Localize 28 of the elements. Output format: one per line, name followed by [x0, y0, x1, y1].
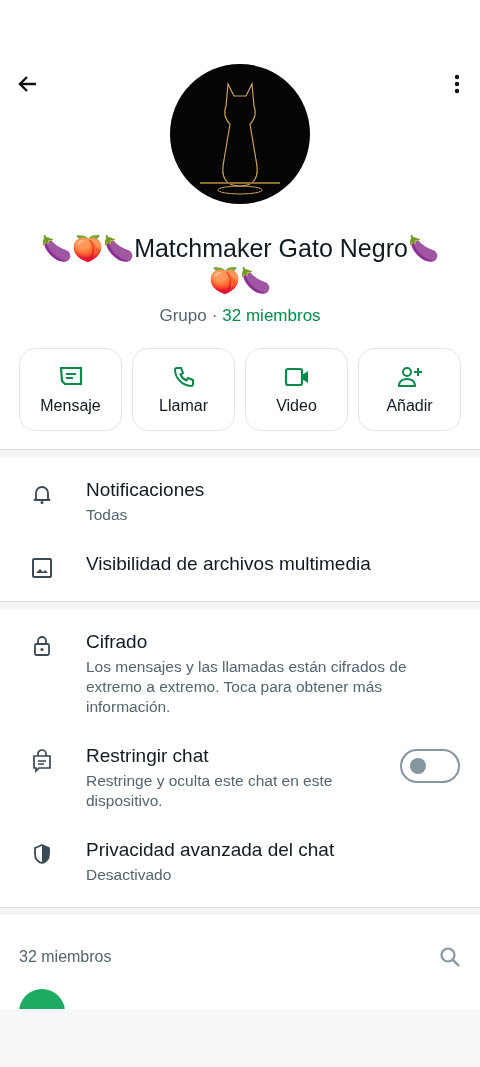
setting-title[interactable]: Notificaciones: [86, 479, 460, 501]
search-icon[interactable]: [438, 945, 462, 969]
call-button[interactable]: Llamar: [132, 348, 235, 431]
setting-title[interactable]: Visibilidad de archivos multimedia: [86, 553, 460, 575]
setting-description: Los mensajes y las llamadas están cifrados de extremo a extremo. Toca para obtener más información.: [86, 657, 408, 717]
image-icon: [31, 557, 53, 579]
setting-title[interactable]: Cifrado: [86, 631, 460, 653]
setting-description: Desactivado: [86, 865, 173, 885]
add-button[interactable]: Añadir: [358, 348, 461, 431]
members-heading: 32 miembros: [19, 948, 112, 966]
setting-description: Restringe y oculta este chat en este dispositivo.: [86, 771, 334, 811]
message-button[interactable]: Mensaje: [19, 348, 122, 431]
add-person-icon: [395, 364, 424, 389]
toggle-switch[interactable]: [400, 749, 460, 783]
shield-icon: [32, 843, 52, 865]
bell-icon: [32, 483, 52, 505]
video-button[interactable]: Video: [245, 348, 348, 431]
chat-lock-icon: [31, 749, 53, 773]
setting-description: Todas: [86, 505, 129, 525]
group-type: Grupo: [159, 306, 207, 326]
setting-title[interactable]: Restringir chat: [86, 745, 368, 767]
setting-title[interactable]: Privacidad avanzada del chat: [86, 839, 460, 861]
phone-icon: [171, 364, 196, 389]
group-name: 🍆🍑🍆Matchmaker Gato Negro🍆🍑🍆: [40, 233, 440, 296]
more-options-icon[interactable]: [452, 72, 462, 96]
separator-dot: ·: [211, 306, 218, 326]
lock-icon: [32, 635, 52, 657]
member-count: 32 miembros: [222, 306, 321, 326]
